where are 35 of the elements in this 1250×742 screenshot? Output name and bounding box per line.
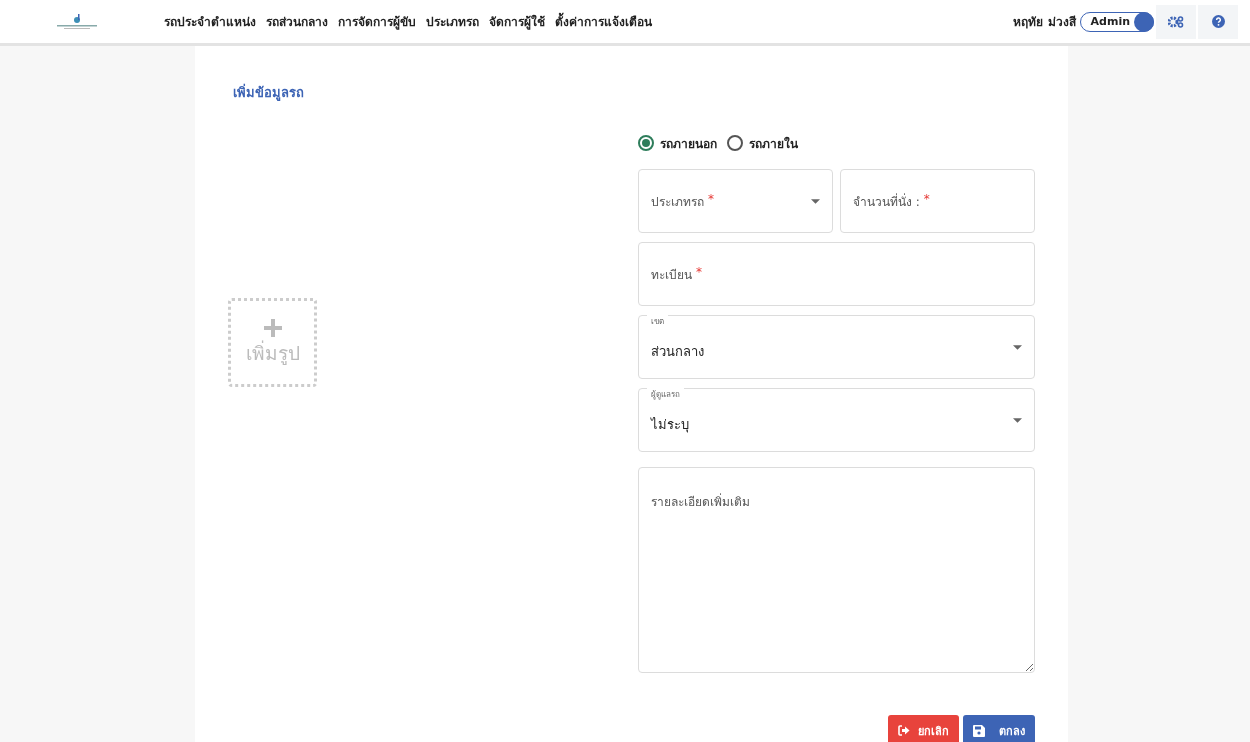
- field-label: ทะเบียน: [651, 266, 692, 284]
- help-icon: [1211, 15, 1225, 28]
- field-label: จำนวนที่นั่ง :: [853, 192, 920, 211]
- nav-menu-item[interactable]: การจัดการผู้ขับ: [338, 12, 416, 31]
- help-button[interactable]: [1198, 4, 1238, 39]
- caret-icon: [1013, 417, 1022, 423]
- settings-button[interactable]: [1156, 4, 1196, 39]
- save-button[interactable]: ตกลง: [963, 715, 1035, 742]
- input-field[interactable]: ทะเบียน *: [638, 242, 1035, 306]
- user-name: หฤทัย ม่วงสี: [1013, 14, 1076, 31]
- caret-icon: [1013, 344, 1022, 350]
- gears-icon: [1168, 15, 1184, 28]
- role-switch[interactable]: Admin: [1079, 11, 1154, 32]
- notes-field[interactable]: รายละเอียดเพิ่มเติม: [638, 467, 1035, 673]
- plus-icon: [262, 317, 283, 338]
- field-label: ประเภทรถ: [651, 193, 704, 211]
- sign-out-icon: [898, 725, 910, 736]
- radio-option[interactable]: รถภายใน: [727, 133, 798, 153]
- required-mark: *: [923, 191, 930, 208]
- select-field[interactable]: ประเภทรถ *: [638, 169, 833, 233]
- nav-menu-item[interactable]: ประเภทรถ: [426, 12, 479, 31]
- caret-icon: [811, 198, 820, 204]
- cancel-button[interactable]: ยกเลิก: [888, 715, 959, 742]
- nav-menu-item[interactable]: รถประจำตำแหน่ง: [164, 12, 256, 31]
- input-field[interactable]: จำนวนที่นั่ง : *: [840, 169, 1035, 233]
- required-mark: *: [696, 264, 702, 281]
- radio-option[interactable]: รถภายนอก: [638, 133, 717, 153]
- field-label: ผู้ดูแลรถ: [647, 388, 684, 401]
- page-title: เพิ่มข้อมูลรถ: [233, 82, 305, 103]
- nav-menu-item[interactable]: รถส่วนกลาง: [266, 12, 328, 31]
- nav-menu-item[interactable]: จัดการผู้ใช้: [489, 12, 545, 31]
- select-field[interactable]: ผู้ดูแลรถ ไม่ระบุ: [638, 388, 1035, 452]
- nav-menu-item[interactable]: ตั้งค่าการแจ้งเตือน: [555, 12, 652, 31]
- required-mark: *: [708, 191, 714, 208]
- select-field[interactable]: เขต ส่วนกลาง: [638, 315, 1035, 379]
